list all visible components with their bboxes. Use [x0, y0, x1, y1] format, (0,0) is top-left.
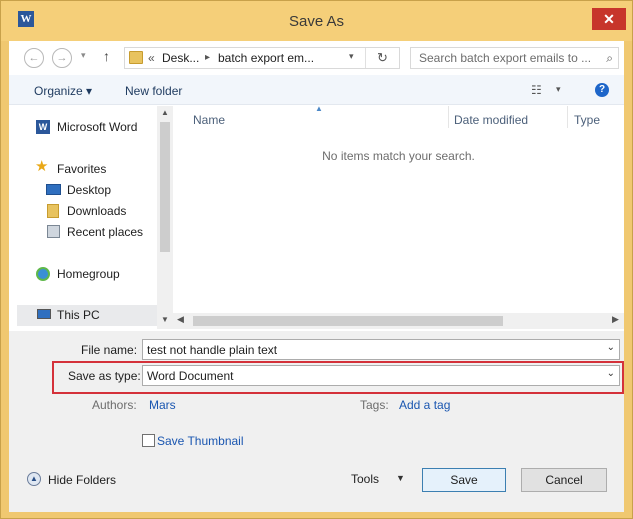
- empty-message: No items match your search.: [322, 149, 475, 163]
- nav-label: Desktop: [67, 183, 112, 197]
- nav-item-homegroup[interactable]: Homegroup: [9, 264, 157, 284]
- tags-label: Tags:: [360, 398, 389, 412]
- address-divider: [365, 48, 366, 68]
- add-tag-link[interactable]: Add a tag: [399, 398, 450, 412]
- cancel-button[interactable]: Cancel: [521, 468, 607, 492]
- save-options-panel: File name: test not handle plain text ⌄ …: [9, 331, 624, 512]
- save-type-select[interactable]: Word Document ⌄: [142, 365, 620, 386]
- close-button[interactable]: ✕: [592, 8, 626, 30]
- breadcrumb-desktop[interactable]: Desk...: [162, 51, 199, 65]
- file-list: ▲ Name Date modified Type No items match…: [173, 104, 624, 313]
- breadcrumb-current[interactable]: batch export em...: [218, 51, 314, 65]
- nav-label: This PC: [57, 308, 100, 322]
- nav-item-recent-places[interactable]: Recent places: [9, 222, 157, 242]
- star-icon: ★: [35, 158, 49, 175]
- chevron-down-icon: ▼: [396, 473, 405, 483]
- nav-item-downloads[interactable]: Downloads: [9, 201, 157, 221]
- pc-icon: [37, 309, 51, 319]
- search-box[interactable]: Search batch export emails to ... ⌕: [410, 47, 619, 69]
- chevron-up-circle-icon: ▲: [27, 472, 41, 486]
- dialog-title: Save As: [288, 13, 345, 30]
- nav-item-this-pc[interactable]: This PC: [17, 305, 157, 326]
- authors-value[interactable]: Mars: [149, 398, 176, 412]
- authors-label: Authors:: [92, 398, 137, 412]
- view-dropdown-icon[interactable]: ▾: [556, 84, 561, 95]
- save-type-value: Word Document: [147, 369, 234, 383]
- nav-label: Favorites: [57, 162, 107, 176]
- back-arrow-icon[interactable]: ←: [24, 48, 44, 68]
- nav-label: Homegroup: [57, 267, 120, 281]
- breadcrumb-overflow[interactable]: «: [148, 51, 155, 65]
- help-icon[interactable]: ?: [595, 83, 609, 97]
- scroll-right-icon[interactable]: ▶: [612, 314, 619, 325]
- up-arrow-icon[interactable]: ↑: [103, 48, 110, 64]
- save-as-dialog: W Save As ✕ ← → ▾ ↑ « Desk... ▸ batch ex…: [0, 0, 633, 519]
- new-folder-button[interactable]: New folder: [125, 84, 182, 98]
- refresh-icon[interactable]: ↻: [377, 50, 388, 66]
- chevron-down-icon[interactable]: ⌄: [607, 342, 615, 353]
- folder-icon: [129, 51, 143, 64]
- chevron-down-icon[interactable]: ⌄: [607, 368, 615, 379]
- column-type[interactable]: Type: [574, 113, 600, 127]
- file-name-field[interactable]: test not handle plain text ⌄: [142, 339, 620, 360]
- column-name[interactable]: Name: [193, 113, 225, 127]
- sort-indicator-icon: ▲: [315, 104, 323, 113]
- nav-label: Microsoft Word: [57, 120, 138, 134]
- nav-item-favorites[interactable]: ★ Favorites: [9, 159, 157, 179]
- file-name-input[interactable]: test not handle plain text: [147, 343, 277, 357]
- column-date-modified[interactable]: Date modified: [454, 113, 528, 127]
- scroll-down-icon[interactable]: ▼: [161, 315, 169, 324]
- nav-label: Downloads: [67, 204, 127, 218]
- nav-item-desktop[interactable]: Desktop: [9, 180, 157, 200]
- nav-item-word[interactable]: W Microsoft Word: [9, 117, 157, 137]
- nav-scroll-thumb[interactable]: [160, 122, 170, 252]
- column-separator[interactable]: [567, 106, 568, 128]
- tools-button[interactable]: Tools ▼: [342, 467, 412, 491]
- file-name-label: File name:: [81, 343, 138, 357]
- column-separator[interactable]: [448, 106, 449, 128]
- organize-button[interactable]: Organize ▾: [34, 84, 92, 98]
- word-icon: W: [36, 120, 50, 134]
- nav-label: Recent places: [67, 225, 144, 239]
- recent-places-icon: [47, 225, 60, 238]
- scroll-up-icon[interactable]: ▲: [161, 108, 169, 117]
- hide-folders-button[interactable]: ▲ Hide Folders: [27, 471, 137, 491]
- hide-folders-label: Hide Folders: [48, 473, 117, 487]
- homegroup-icon: [36, 267, 50, 281]
- save-button[interactable]: Save: [422, 468, 506, 492]
- search-input[interactable]: Search batch export emails to ...: [419, 51, 591, 65]
- downloads-icon: [47, 204, 59, 218]
- forward-arrow-icon[interactable]: →: [52, 48, 72, 68]
- scroll-left-icon[interactable]: ◀: [177, 314, 184, 325]
- breadcrumb-separator-icon: ▸: [205, 52, 211, 63]
- save-thumbnail-checkbox[interactable]: [142, 434, 155, 447]
- title-bar[interactable]: W Save As ✕: [1, 1, 632, 41]
- horizontal-scroll-thumb[interactable]: [193, 316, 503, 326]
- save-type-label: Save as type:: [68, 369, 141, 383]
- save-thumbnail-label[interactable]: Save Thumbnail: [157, 434, 244, 448]
- address-row: ← → ▾ ↑ « Desk... ▸ batch export em... ▾…: [9, 41, 624, 75]
- address-dropdown-icon[interactable]: ▾: [349, 51, 354, 62]
- navigation-pane: W Microsoft Word ★ Favorites Desktop Dow…: [9, 106, 157, 329]
- horizontal-scrollbar[interactable]: ◀ ▶: [173, 313, 624, 329]
- recent-locations-chevron-icon[interactable]: ▾: [81, 50, 86, 61]
- desktop-icon: [46, 184, 61, 195]
- tools-label: Tools: [351, 472, 380, 486]
- view-options-icon[interactable]: ☷: [531, 83, 542, 97]
- dialog-body: ← → ▾ ↑ « Desk... ▸ batch export em... ▾…: [9, 41, 624, 512]
- address-bar[interactable]: « Desk... ▸ batch export em... ▾ ↻: [124, 47, 400, 69]
- search-icon[interactable]: ⌕: [606, 51, 613, 66]
- nav-scrollbar[interactable]: ▲ ▼: [157, 106, 173, 329]
- command-bar: Organize ▾ New folder ☷ ▾ ?: [9, 75, 624, 105]
